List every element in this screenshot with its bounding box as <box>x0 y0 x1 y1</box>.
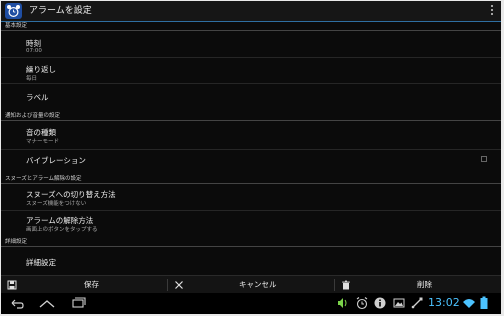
row-repeat[interactable]: 繰り返し 毎日 <box>1 58 501 84</box>
row-dismiss-value: 画面上のボタンをタップする <box>26 227 98 233</box>
alarm-clock-icon[interactable] <box>5 3 22 19</box>
recent-apps-icon[interactable] <box>71 296 87 310</box>
vibration-checkbox[interactable] <box>481 156 487 162</box>
row-sound-value: マナーモード <box>26 139 60 145</box>
cancel-label: キャンセル <box>239 280 277 289</box>
row-vibration[interactable]: バイブレーション <box>1 150 501 175</box>
row-repeat-value: 毎日 <box>26 76 38 82</box>
floppy-disk-icon <box>7 280 17 290</box>
row-snooze-switch[interactable]: スヌーズへの切り替え方法 スヌーズ機能をつけない <box>1 185 501 211</box>
cancel-button[interactable]: キャンセル <box>168 276 334 294</box>
battery-icon <box>480 296 488 309</box>
delete-button[interactable]: 削除 <box>335 276 501 294</box>
row-label[interactable]: ラベル <box>1 84 501 112</box>
overflow-menu-icon[interactable] <box>489 5 495 17</box>
row-time-value: 07:00 <box>26 48 42 54</box>
status-clock: 13:02 <box>428 296 460 309</box>
title-bar: アラームを設定 <box>1 1 501 22</box>
row-advanced[interactable]: 詳細設定 <box>1 248 501 275</box>
row-sound[interactable]: 音の種類 マナーモード <box>1 122 501 150</box>
trash-icon <box>342 280 350 290</box>
row-label-label: ラベル <box>26 93 49 102</box>
section-header-notify: 通知および音量の設定 <box>1 112 501 121</box>
action-bar: 保存 キャンセル 削除 <box>1 275 501 294</box>
delete-label: 削除 <box>417 280 432 289</box>
page-title: アラームを設定 <box>29 6 92 16</box>
image-icon <box>393 298 405 308</box>
section-header-detail: 詳細設定 <box>1 238 501 247</box>
save-label: 保存 <box>84 280 99 289</box>
row-dismiss[interactable]: アラームの解除方法 画面上のボタンをタップする <box>1 211 501 238</box>
system-bar: 13:02 <box>1 293 501 314</box>
alarm-icon <box>356 297 368 310</box>
row-advanced-label: 詳細設定 <box>26 258 56 267</box>
section-header-basic: 基本設定 <box>1 22 501 31</box>
wifi-icon <box>463 299 475 308</box>
save-button[interactable]: 保存 <box>1 276 167 294</box>
section-header-snooze: スヌーズとアラーム解除の設定 <box>1 175 501 184</box>
row-time[interactable]: 時刻 07:00 <box>1 32 501 58</box>
row-snooze-switch-value: スヌーズ機能をつけない <box>26 201 87 207</box>
info-icon <box>374 297 386 309</box>
close-icon <box>175 281 183 289</box>
sound-icon <box>338 298 347 308</box>
alarm-settings-screen: アラームを設定 基本設定 時刻 07:00 繰り返し 毎日 ラベル 通知および音… <box>1 1 501 314</box>
usb-icon <box>411 297 423 309</box>
back-icon[interactable] <box>9 296 25 310</box>
home-icon[interactable] <box>38 296 56 310</box>
row-vibration-label: バイブレーション <box>26 156 86 165</box>
